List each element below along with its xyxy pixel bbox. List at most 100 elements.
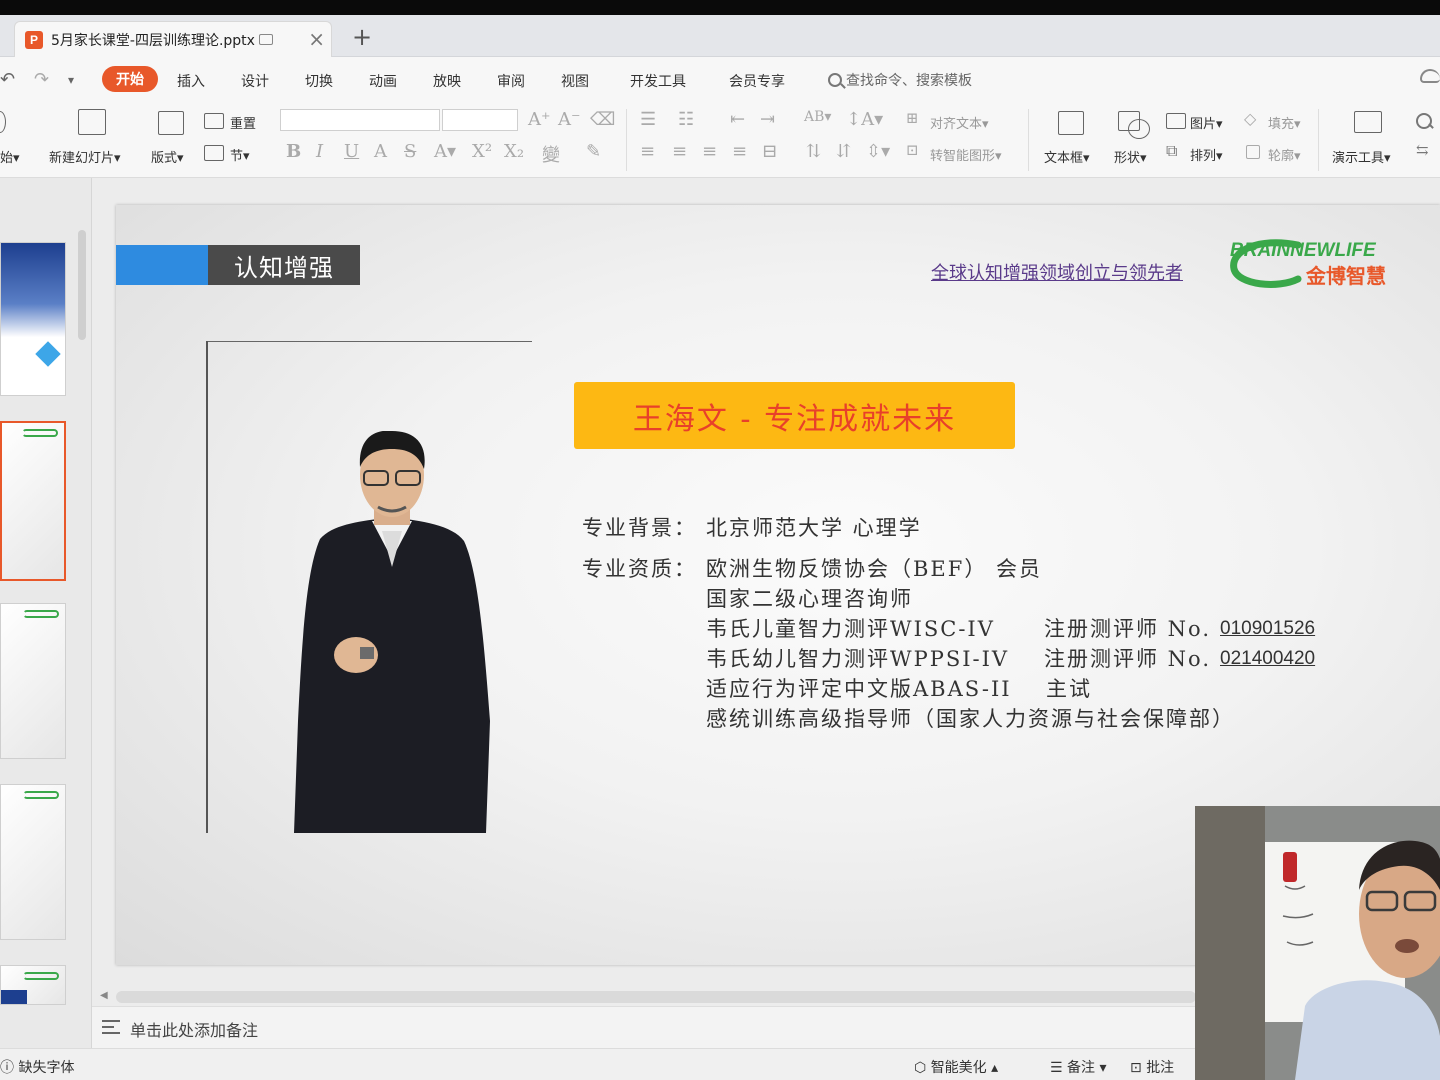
tab-view[interactable]: 视图 [561, 71, 589, 91]
thumbnail-diamond-shape [35, 341, 61, 367]
ribbon-separator [626, 109, 627, 171]
superscript-icon[interactable]: X² [472, 141, 492, 162]
align-left-icon[interactable]: ≡ [640, 141, 655, 162]
distributed-icon[interactable]: ⊟ [762, 141, 777, 162]
arrange-icon[interactable]: ⧉ [1166, 141, 1177, 161]
tab-member[interactable]: 会员专享 [729, 71, 785, 91]
quick-access-dropdown-icon[interactable]: ▾ [68, 73, 74, 87]
textbox-button[interactable]: 文本框▾ [1044, 147, 1090, 166]
font-size-select[interactable] [442, 109, 518, 131]
tab-slideshow[interactable]: 放映 [433, 71, 461, 91]
undo-icon[interactable]: ↶ [0, 69, 15, 90]
close-tab-icon[interactable]: × [308, 28, 325, 50]
decrease-indent-icon[interactable]: ⇤ [730, 109, 745, 130]
replace-icon[interactable]: ⇆ [1416, 141, 1429, 159]
tab-insert[interactable]: 插入 [177, 71, 205, 91]
picture-button[interactable]: 图片▾ [1190, 113, 1223, 132]
thumbnail-scrollbar[interactable] [78, 230, 86, 340]
align-center-icon[interactable]: ≡ [672, 141, 687, 162]
notes-toggle-button[interactable]: ☰ 备注 ▾ [1050, 1057, 1107, 1077]
comments-button[interactable]: ⊡ 批注 [1130, 1057, 1174, 1077]
shape-button[interactable]: 形状▾ [1114, 147, 1147, 166]
align-right-icon[interactable]: ≡ [702, 141, 717, 162]
presentation-tools-button[interactable]: 演示工具▾ [1332, 147, 1391, 166]
find-icon[interactable] [1416, 113, 1432, 129]
presentation-tools-icon[interactable] [1354, 111, 1382, 133]
notes-icon [102, 1020, 120, 1034]
smart-beautify-label: 智能美化 [930, 1060, 987, 1076]
phonetic-icon[interactable]: 變 [542, 141, 560, 167]
scroll-left-icon[interactable]: ◀ [100, 990, 108, 1001]
smartart-icon[interactable]: ⊡ [906, 141, 919, 159]
tab-review[interactable]: 审阅 [497, 71, 525, 91]
subscript-icon[interactable]: X₂ [504, 141, 524, 162]
line-spacing-icon[interactable]: ⇅ [806, 141, 821, 162]
tab-transitions[interactable]: 切换 [305, 71, 333, 91]
paragraph-spacing-icon[interactable]: ⇵ [836, 141, 851, 162]
document-tab[interactable]: P 5月家长课堂-四层训练理论.pptx × [14, 21, 332, 57]
slide-thumbnail-4[interactable] [0, 784, 66, 940]
align-text-icon[interactable]: ⊞ [906, 109, 919, 127]
new-slide-icon[interactable] [78, 109, 106, 135]
smart-beautify-button[interactable]: ⬡ 智能美化 ▴ [914, 1057, 998, 1077]
decrease-font-icon[interactable]: A⁻ [558, 109, 581, 130]
increase-indent-icon[interactable]: ⇥ [760, 109, 775, 130]
slide-thumbnail-3[interactable] [0, 603, 66, 759]
numbered-list-icon[interactable]: ☷ [678, 109, 694, 130]
new-tab-plus-icon[interactable]: + [352, 23, 372, 51]
layout-button[interactable]: 版式▾ [151, 147, 184, 166]
monitor-icon[interactable] [258, 34, 273, 45]
tab-home[interactable]: 开始 [102, 66, 158, 92]
fill-icon[interactable]: ◇ [1244, 109, 1256, 128]
text-direction-icon[interactable]: ↕A▾ [846, 109, 883, 130]
new-slide-button[interactable]: 新建幻灯片▾ [49, 147, 121, 166]
strikethrough-icon[interactable]: S [404, 141, 416, 162]
outline-icon[interactable] [1246, 145, 1260, 159]
slide-thumbnail-5[interactable] [0, 965, 66, 1005]
justify-icon[interactable]: ≡ [732, 141, 747, 162]
section-button[interactable]: 节▾ [230, 145, 250, 164]
font-color-icon[interactable]: A▾ [434, 141, 456, 162]
tab-animations[interactable]: 动画 [369, 71, 397, 91]
italic-icon[interactable]: I [316, 141, 323, 162]
slide-thumbnail-2[interactable] [0, 421, 66, 581]
webcam-video [1195, 806, 1440, 1080]
fill-button[interactable]: 填充▾ [1268, 113, 1301, 132]
cloud-sync-icon[interactable] [1420, 69, 1440, 83]
convert-smartart-button[interactable]: 转智能图形▾ [930, 145, 1002, 164]
start-slideshow-button[interactable]: 始▾ [0, 147, 20, 166]
missing-fonts-button[interactable]: ⓘ 缺失字体 [0, 1057, 74, 1077]
outline-button[interactable]: 轮廓▾ [1268, 145, 1301, 164]
reset-button[interactable]: 重置 [230, 113, 256, 132]
clear-format-icon[interactable]: ⌫ [590, 109, 615, 130]
arrange-button[interactable]: 排列▾ [1190, 145, 1223, 164]
highlight-icon[interactable]: ✎ [586, 141, 601, 162]
tab-design[interactable]: 设计 [241, 71, 269, 91]
align-text-button[interactable]: 对齐文本▾ [930, 113, 989, 132]
top-black-strip [0, 0, 1440, 15]
reset-icon[interactable] [204, 113, 224, 129]
command-search[interactable]: 查找命令、搜索模板 [828, 70, 972, 90]
text-shadow-icon[interactable]: A [374, 141, 387, 162]
font-family-select[interactable] [280, 109, 440, 131]
slide-horizontal-scrollbar[interactable] [116, 991, 1196, 1003]
bio-qualification-3-number: 010901526 [1220, 615, 1315, 640]
textbox-icon[interactable] [1058, 111, 1084, 135]
arrange-label: 排列 [1190, 149, 1217, 164]
underline-icon[interactable]: U [344, 141, 359, 162]
layout-icon[interactable] [158, 111, 184, 135]
bold-icon[interactable]: B [286, 141, 301, 162]
textbox-label: 文本框 [1044, 151, 1084, 166]
bullet-list-icon[interactable]: ☰ [640, 109, 656, 130]
redo-icon[interactable]: ↷ [34, 69, 49, 90]
columns-icon[interactable]: ⇳▾ [866, 141, 890, 162]
section-icon[interactable] [204, 145, 224, 161]
play-icon[interactable] [0, 111, 6, 133]
notes-pane[interactable]: 单击此处添加备注 [92, 1006, 1202, 1048]
increase-font-icon[interactable]: A⁺ [528, 109, 551, 130]
tab-developer[interactable]: 开发工具 [630, 71, 686, 91]
picture-icon[interactable] [1166, 113, 1186, 129]
photo-frame-left-line [206, 341, 208, 833]
char-spacing-icon[interactable]: AB▾ [804, 109, 831, 125]
slide-thumbnail-1[interactable] [0, 242, 66, 396]
